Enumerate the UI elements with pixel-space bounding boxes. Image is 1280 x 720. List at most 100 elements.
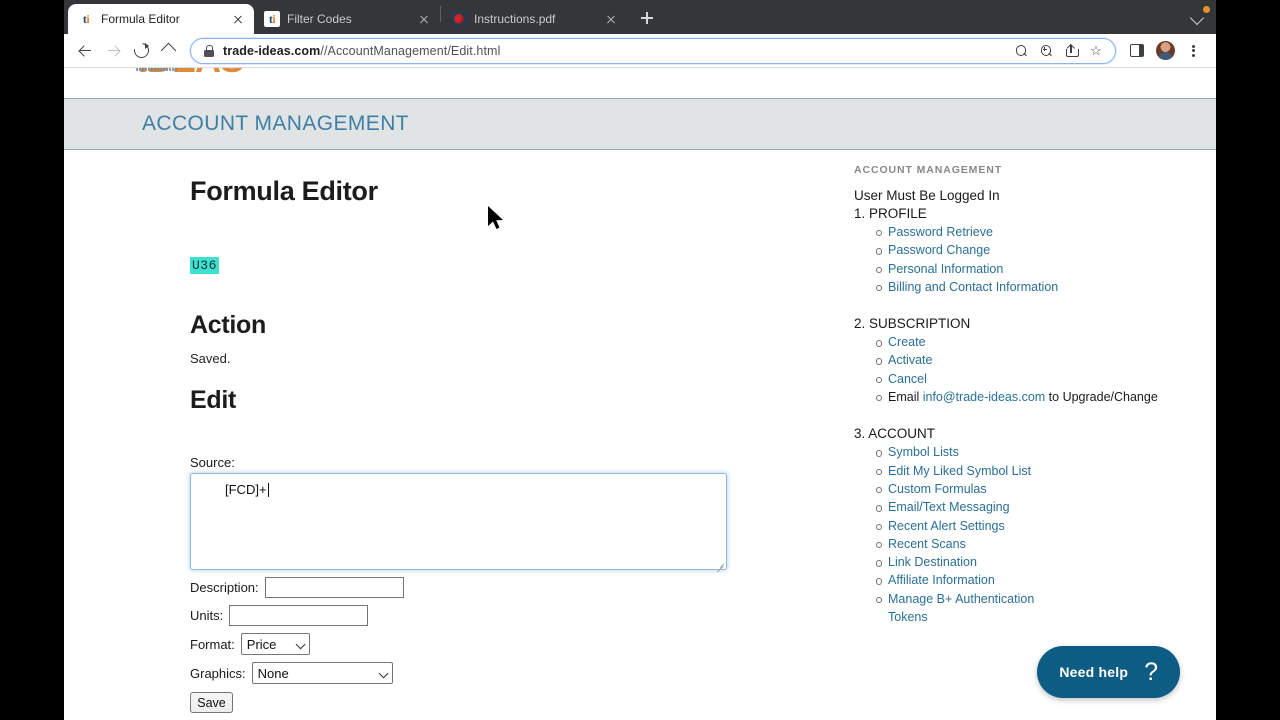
sidebar-item-link-destination[interactable]: Link Destination [876, 553, 1194, 571]
source-value: [FCD]+ [225, 482, 267, 497]
close-icon[interactable] [230, 11, 246, 27]
main-column: Formula Editor U36 Action Saved. Edit So… [64, 150, 854, 713]
sidebar-link[interactable]: Affiliate Information [888, 573, 995, 587]
units-label: Units: [190, 608, 224, 623]
sidebar-link[interactable]: Symbol Lists [888, 445, 959, 459]
email-link[interactable]: info@trade-ideas.com [923, 390, 1045, 404]
text-caret [267, 483, 269, 497]
page-title: Formula Editor [190, 176, 378, 206]
side-panel-button[interactable] [1124, 38, 1150, 64]
zoom-button[interactable] [1035, 40, 1057, 62]
tab-filter-codes[interactable]: ti Filter Codes [254, 4, 440, 34]
new-tab-button[interactable] [633, 4, 661, 32]
pdf-icon [451, 11, 467, 27]
formula-form: Source: [FCD]+ Description: Units: Forma… [190, 455, 854, 713]
sidebar-link[interactable]: Activate [888, 353, 932, 367]
sidebar-item-symbol-lists[interactable]: Symbol Lists [876, 443, 1194, 461]
sidebar-link[interactable]: Personal Information [888, 262, 1003, 276]
address-bar[interactable]: trade-ideas.com//AccountManagement/Edit.… [190, 37, 1116, 64]
sidebar-item-billing-contact-information[interactable]: Billing and Contact Information [876, 278, 1194, 296]
reload-icon [134, 43, 149, 58]
screen: ti Formula Editor ti Filter Codes Instru… [0, 0, 1280, 720]
close-icon[interactable] [416, 11, 432, 27]
profile-button[interactable] [1152, 38, 1178, 64]
source-label: Source: [190, 455, 235, 470]
tab-title: Filter Codes [287, 12, 352, 26]
sidebar-item-create[interactable]: Create [876, 333, 1194, 351]
sidebar-item-password-retrieve[interactable]: Password Retrieve [876, 223, 1194, 241]
format-value: Price [246, 636, 277, 652]
description-input[interactable] [264, 577, 404, 598]
url-path: //AccountManagement/Edit.html [320, 43, 501, 58]
sidebar-link[interactable]: Password Retrieve [888, 225, 993, 239]
description-row: Description: [190, 577, 854, 598]
reload-button[interactable] [128, 38, 154, 64]
sidebar-item-password-change[interactable]: Password Change [876, 241, 1194, 259]
bookmark-button[interactable]: ☆ [1085, 40, 1107, 62]
forward-button[interactable] [100, 38, 126, 64]
share-button[interactable] [1060, 40, 1082, 62]
body-area: Formula Editor U36 Action Saved. Edit So… [64, 150, 1216, 713]
close-icon[interactable] [603, 11, 619, 27]
back-button[interactable] [72, 38, 98, 64]
star-icon: ☆ [1090, 43, 1102, 58]
sidebar-item-recent-alert-settings[interactable]: Recent Alert Settings [876, 517, 1194, 535]
need-help-button[interactable]: Need help ? [1037, 646, 1180, 698]
units-input[interactable] [229, 605, 369, 626]
action-heading: Action [190, 311, 266, 339]
url-text: trade-ideas.com//AccountManagement/Edit.… [223, 44, 500, 58]
sidebar-item-cancel[interactable]: Cancel [876, 370, 1194, 388]
sidebar-link[interactable]: Manage B+ Authentication [888, 592, 1034, 606]
sidebar-section-account-heading: 3. ACCOUNT [854, 426, 936, 442]
graphics-select[interactable]: None [251, 662, 393, 684]
search-icon [1015, 45, 1027, 56]
sidebar-item-custom-formulas[interactable]: Custom Formulas [876, 480, 1194, 498]
sidebar-item-recent-scans[interactable]: Recent Scans [876, 535, 1194, 553]
search-button[interactable] [1010, 40, 1032, 62]
sidebar-item-personal-information[interactable]: Personal Information [876, 260, 1194, 278]
sidebar-link[interactable]: Recent Alert Settings [888, 519, 1005, 533]
sidebar-section-subscription-heading: 2. SUBSCRIPTION [854, 316, 971, 332]
source-input[interactable]: [FCD]+ [190, 473, 727, 573]
sidebar-item-activate[interactable]: Activate [876, 351, 1194, 369]
tab-instructions-pdf[interactable]: Instructions.pdf [441, 4, 627, 34]
description-label: Description: [190, 580, 259, 595]
side-panel-icon [1130, 44, 1144, 57]
browser-menu-button[interactable] [1180, 38, 1206, 64]
sidebar-link[interactable]: Custom Formulas [888, 482, 987, 496]
graphics-row: Graphics: None [190, 662, 854, 684]
trade-ideas-icon: ti [78, 11, 94, 27]
lock-icon [203, 44, 214, 57]
sidebar-item-edit-liked-symbol-list[interactable]: Edit My Liked Symbol List [876, 462, 1194, 480]
sidebar-list-profile: Password Retrieve Password Change Person… [854, 223, 1194, 296]
sidebar-item-manage-b-plus-authentication-tokens[interactable]: Manage B+ Authentication Tokens [876, 590, 1194, 627]
tab-formula-editor[interactable]: ti Formula Editor [68, 4, 254, 34]
sidebar-list-account: Symbol Lists Edit My Liked Symbol List C… [854, 443, 1194, 626]
graphics-label: Graphics: [190, 665, 246, 681]
zoom-in-icon [1040, 45, 1052, 56]
sidebar-link[interactable]: Password Change [888, 243, 990, 257]
sidebar-link[interactable]: Edit My Liked Symbol List [888, 464, 1031, 478]
sidebar-link[interactable]: Billing and Contact Information [888, 280, 1058, 294]
email-pre-text: Email [888, 390, 923, 405]
site-logo-strip: IDEAS [64, 68, 1216, 98]
sidebar-link[interactable]: Create [888, 335, 926, 349]
format-select[interactable]: Price [240, 633, 310, 655]
home-button[interactable] [156, 38, 182, 64]
sidebar-link[interactable]: Email/Text Messaging [888, 500, 1010, 514]
sidebar-lead: User Must Be Logged In [854, 188, 1000, 203]
sidebar-link-continuation[interactable]: Tokens [888, 608, 1194, 626]
resize-handle[interactable] [714, 558, 724, 573]
sidebar-link[interactable]: Link Destination [888, 555, 977, 569]
graphics-value: None [257, 665, 289, 681]
banner-title: ACCOUNT MANAGEMENT [142, 112, 409, 135]
sidebar-link[interactable]: Cancel [888, 372, 927, 386]
edit-heading: Edit [190, 386, 237, 414]
sidebar-item-affiliate-information[interactable]: Affiliate Information [876, 571, 1194, 589]
sidebar-item-email-text-messaging[interactable]: Email/Text Messaging [876, 498, 1194, 516]
sidebar-link[interactable]: Recent Scans [888, 537, 966, 551]
arrow-left-icon [78, 44, 92, 58]
omnibox-actions: ☆ [1010, 40, 1107, 62]
save-button[interactable]: Save [190, 692, 233, 713]
kebab-menu-icon [1185, 43, 1201, 59]
